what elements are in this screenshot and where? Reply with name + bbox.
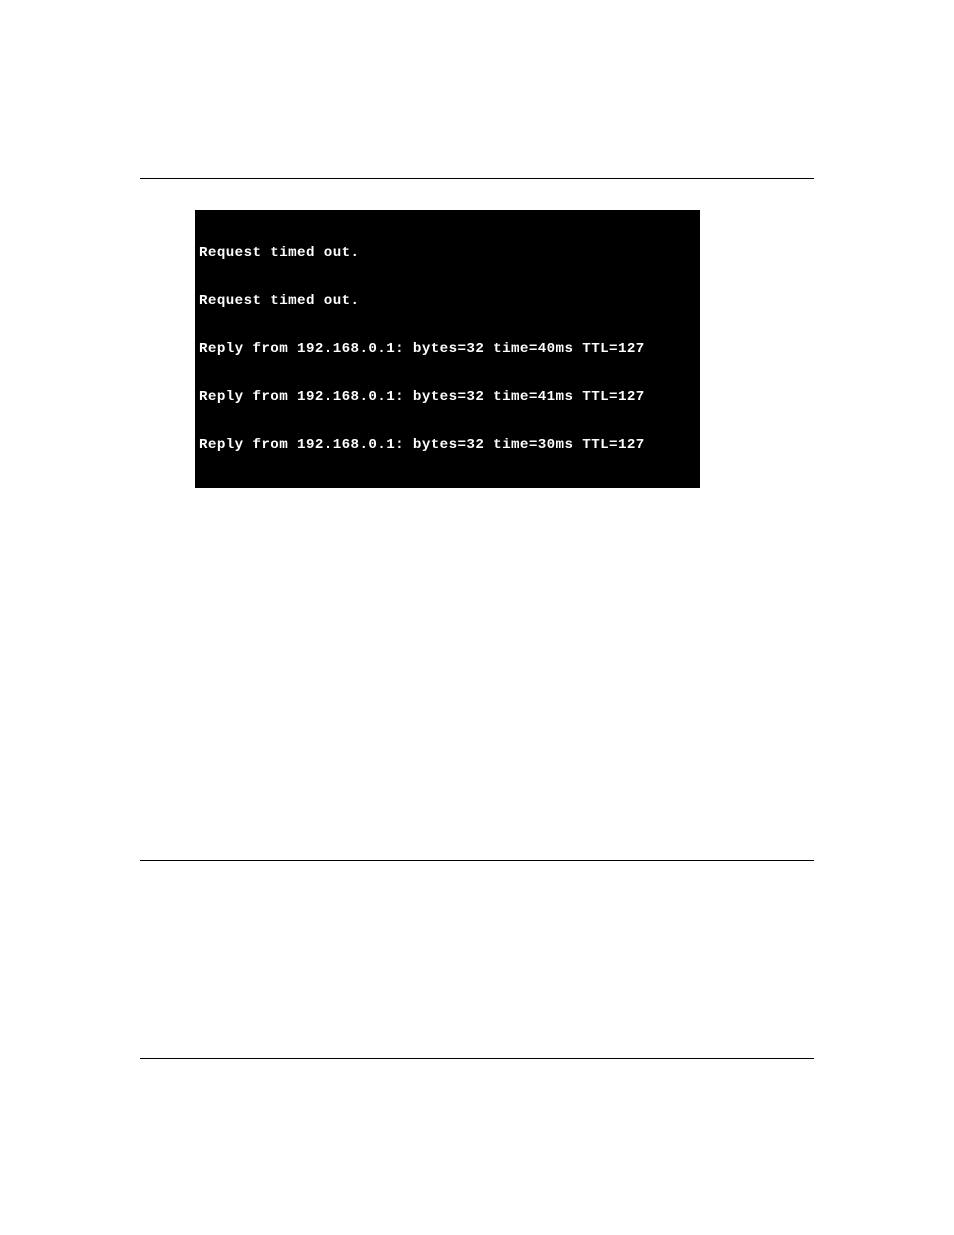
section-a: [140, 358, 814, 390]
terminal-line: Request timed out.: [199, 245, 694, 261]
section-b: [140, 832, 814, 864]
page-header: [140, 138, 814, 179]
terminal-line: Reply from 192.168.0.1: bytes=32 time=30…: [199, 437, 694, 453]
page: Request timed out. Request timed out. Re…: [0, 0, 954, 1235]
section-c: [140, 1030, 814, 1062]
terminal-line: Request timed out.: [199, 293, 694, 309]
terminal-screenshot: Request timed out. Request timed out. Re…: [195, 210, 700, 488]
header-rule: [140, 178, 814, 179]
terminal-line: Reply from 192.168.0.1: bytes=32 time=41…: [199, 389, 694, 405]
terminal-line: Reply from 192.168.0.1: bytes=32 time=40…: [199, 341, 694, 357]
